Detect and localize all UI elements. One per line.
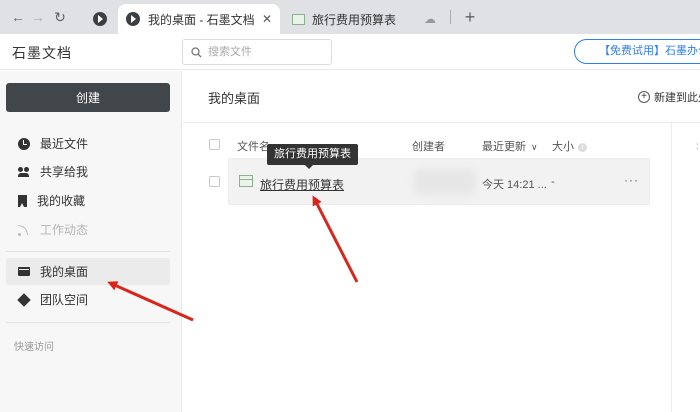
tab-travel-budget[interactable]: 旅行费用预算表 ☁	[284, 4, 444, 34]
tab-title: 我的桌面 - 石墨文档	[148, 12, 255, 27]
main-content: 我的桌面 + 新建到此处 文件名 创建者 最近更新 ∨ 大小 i 旅行费用预算表 今…	[183, 71, 700, 412]
tab-my-desktop[interactable]: 我的桌面 - 石墨文档 ✕	[118, 4, 280, 34]
sidebar-item-label: 最近文件	[40, 137, 89, 151]
app-header: 石墨文档 【免费试用】石墨办公	[0, 34, 700, 70]
sidebar-item-activity[interactable]: 工作动态	[6, 216, 170, 243]
sidebar-item-label: 我的桌面	[40, 265, 89, 279]
column-header-updated-label: 最近更新	[482, 141, 526, 153]
forward-button[interactable]: →	[30, 9, 46, 25]
column-header-name[interactable]: 文件名	[237, 138, 270, 154]
sidebar-item-recent[interactable]: 最近文件	[6, 130, 170, 157]
clock-icon	[18, 137, 30, 150]
tab-title: 旅行费用预算表	[312, 12, 397, 27]
header-divider	[183, 122, 700, 123]
column-header-updated[interactable]: 最近更新 ∨	[482, 138, 538, 154]
new-tab-button[interactable]: +	[462, 8, 478, 26]
search-icon	[191, 46, 202, 57]
tab-separator	[450, 10, 451, 24]
file-updated: 今天 14:21 ...	[482, 179, 547, 191]
sidebar-item-team-space[interactable]: 团队空间	[6, 286, 170, 313]
free-trial-button[interactable]: 【免费试用】石墨办公	[574, 39, 700, 64]
reload-button[interactable]: ↻	[52, 9, 68, 25]
sidebar-item-my-desktop[interactable]: 我的桌面	[6, 258, 170, 285]
creator-avatar-blurred	[414, 169, 476, 195]
pinned-tab[interactable]	[85, 4, 115, 34]
desktop-icon	[18, 267, 30, 276]
file-name-tooltip: 旅行费用预算表	[267, 144, 358, 169]
plus-circle-icon: +	[638, 91, 650, 103]
sidebar-item-label: 共享给我	[40, 165, 89, 179]
create-button[interactable]: 创建	[6, 83, 170, 112]
search-box[interactable]	[182, 39, 332, 65]
rss-icon	[18, 224, 30, 236]
spreadsheet-icon	[292, 13, 305, 25]
back-button[interactable]: ←	[10, 9, 26, 25]
column-header-creator[interactable]: 创建者	[412, 138, 445, 154]
quick-access-label: 快速访问	[14, 342, 54, 353]
browser-tab-bar: ← → ↻ 我的桌面 - 石墨文档 ✕ 旅行费用预算表 ☁ +	[0, 0, 700, 34]
new-here-button[interactable]: + 新建到此处	[638, 89, 700, 105]
detail-panel-border	[671, 123, 672, 412]
sidebar-item-label: 我的收藏	[37, 194, 86, 208]
new-here-label: 新建到此处	[654, 92, 700, 104]
close-tab-icon[interactable]: ✕	[262, 12, 272, 26]
sidebar-item-shared[interactable]: 共享给我	[6, 158, 170, 185]
spreadsheet-icon	[239, 175, 253, 187]
file-size: -	[551, 176, 555, 188]
chevron-down-icon[interactable]: ∨	[531, 142, 538, 152]
sidebar-item-favorites[interactable]: 我的收藏	[6, 187, 170, 214]
row-checkbox[interactable]	[209, 176, 220, 187]
info-icon[interactable]: i	[578, 142, 587, 152]
page-title: 我的桌面	[208, 91, 261, 106]
sidebar-divider	[6, 251, 170, 252]
sidebar-item-label: 工作动态	[40, 223, 89, 237]
people-icon	[18, 166, 30, 178]
search-input[interactable]	[208, 46, 318, 58]
shimo-logo-icon	[93, 12, 107, 26]
sidebar-item-label: 团队空间	[40, 293, 89, 307]
cloud-icon: ☁	[424, 12, 436, 26]
sidebar-divider	[6, 322, 170, 323]
table-row[interactable]: 旅行费用预算表 今天 14:21 ... - ···	[228, 158, 650, 205]
column-header-size[interactable]: 大小 i	[552, 138, 587, 154]
more-options-icon[interactable]: ···	[624, 173, 639, 187]
bookmark-icon	[18, 194, 27, 207]
shimo-logo-icon	[126, 12, 140, 26]
column-header-size-label: 大小	[552, 141, 574, 153]
team-icon	[17, 292, 31, 307]
sidebar: 创建 最近文件 共享给我 我的收藏 工作动态 我的桌面 团队空间 快速访问	[0, 71, 182, 412]
detail-panel-stub: :	[696, 141, 699, 152]
app-logo[interactable]: 石墨文档	[12, 43, 72, 63]
select-all-checkbox[interactable]	[209, 139, 220, 150]
file-name-link[interactable]: 旅行费用预算表	[260, 176, 344, 193]
